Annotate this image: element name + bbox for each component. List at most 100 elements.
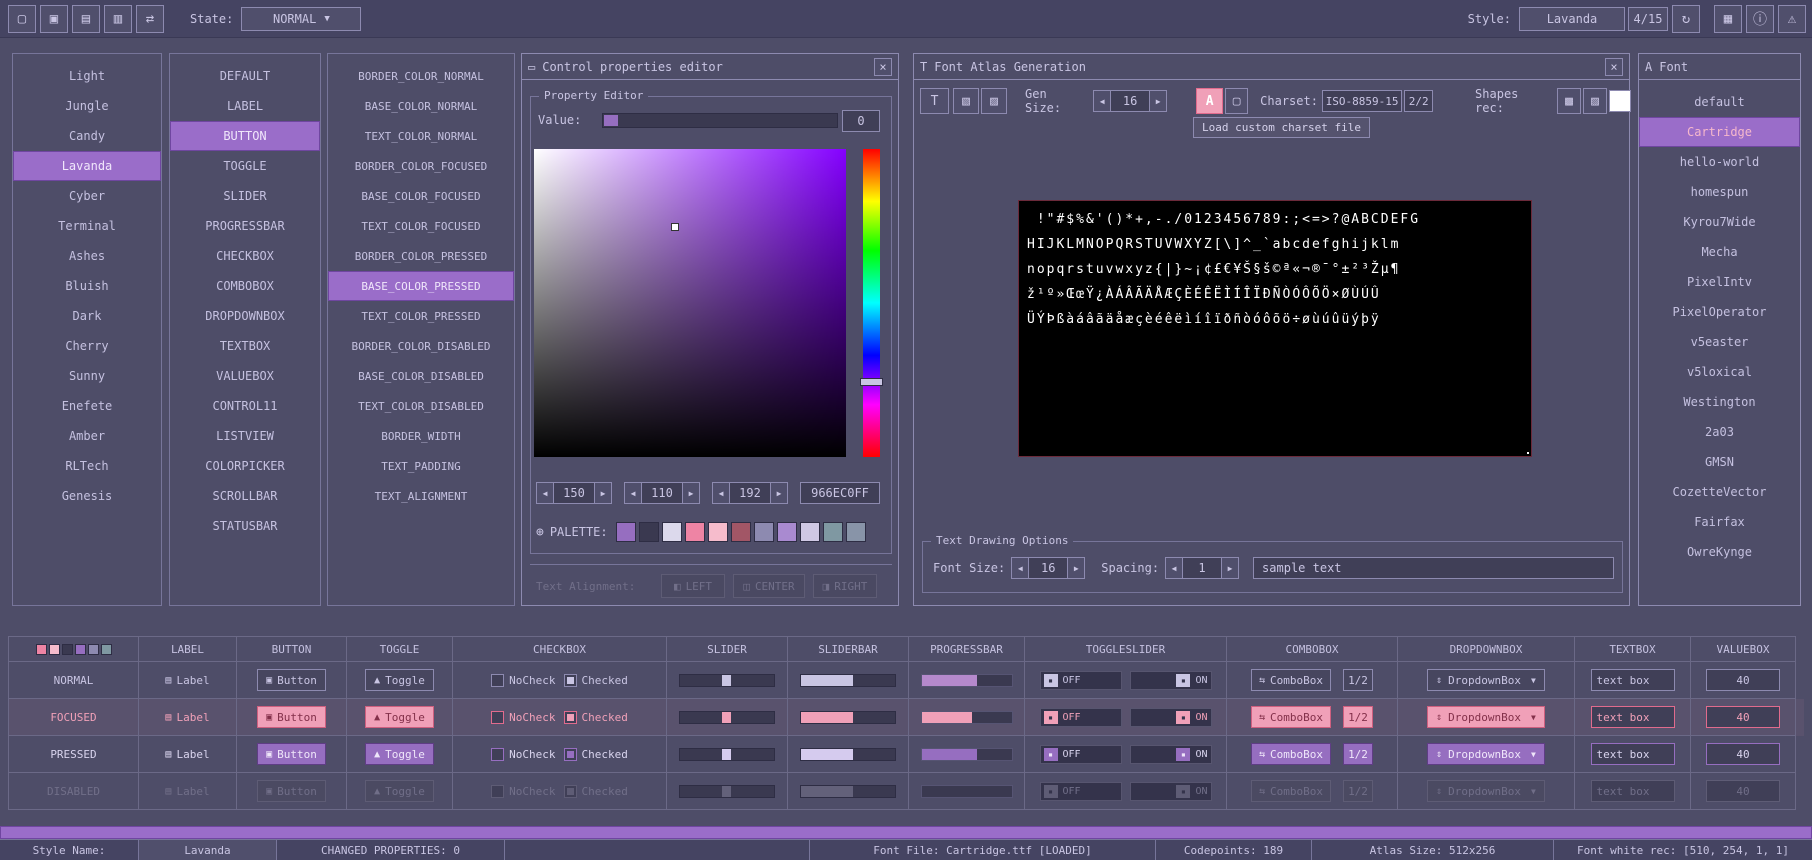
font-list-item[interactable]: Westington — [1639, 387, 1800, 417]
sample-checkbox-unchecked[interactable]: NoCheck — [491, 748, 555, 761]
font-atlas-titlebar[interactable]: T Font Atlas Generation × — [914, 54, 1629, 80]
control-list-item[interactable]: PROGRESSBAR — [170, 211, 320, 241]
spinner-right-button[interactable]: ▶ — [770, 482, 788, 504]
sample-toggleslider-on[interactable]: ▪ ON — [1130, 708, 1212, 727]
spinner-left-button[interactable]: ◀ — [1011, 557, 1029, 579]
font-list-item[interactable]: v5loxical — [1639, 357, 1800, 387]
sample-textbox[interactable]: text box — [1591, 743, 1675, 765]
control-list-item[interactable]: LABEL — [170, 91, 320, 121]
hex-value-box[interactable]: 966EC0FF — [800, 482, 880, 504]
table-scrollbar[interactable] — [0, 826, 1812, 839]
control-list-item[interactable]: DROPDOWNBOX — [170, 301, 320, 331]
shapes-rec-button-1[interactable]: ▩ — [1557, 88, 1581, 114]
state-dropdown[interactable]: NORMAL ▼ — [241, 7, 361, 31]
style-list-item[interactable]: RLTech — [13, 451, 161, 481]
properties-editor-titlebar[interactable]: ▭ Control properties editor × — [522, 54, 898, 80]
property-list-item[interactable]: BASE_COLOR_FOCUSED — [328, 181, 514, 211]
sample-valuebox[interactable]: 40 — [1706, 780, 1780, 802]
control-list-item[interactable]: CHECKBOX — [170, 241, 320, 271]
value-box[interactable]: 0 — [842, 110, 880, 132]
sample-sliderbar[interactable] — [800, 711, 896, 724]
sample-toggleslider-on[interactable]: ▪ ON — [1130, 745, 1212, 764]
sample-combobox[interactable]: ⇆ ComboBox — [1251, 669, 1331, 691]
sample-toggle[interactable]: ▲ Toggle — [365, 780, 434, 802]
sample-combobox[interactable]: ⇆ ComboBox — [1251, 743, 1331, 765]
sample-toggleslider-off[interactable]: ▪ OFF — [1040, 745, 1122, 764]
control-list-item[interactable]: SCROLLBAR — [170, 481, 320, 511]
load-style-button[interactable]: ▣ — [40, 5, 68, 33]
sample-dropdownbox[interactable]: ⇕ DropdownBox ▼ — [1427, 669, 1545, 691]
font-list-item[interactable]: Cartridge — [1639, 117, 1800, 147]
control-list-item[interactable]: CONTROL11 — [170, 391, 320, 421]
spacing-value[interactable]: 1 — [1183, 557, 1221, 579]
style-list-item[interactable]: Jungle — [13, 91, 161, 121]
sample-dropdownbox[interactable]: ⇕ DropdownBox ▼ — [1427, 743, 1545, 765]
align-right-button[interactable]: ◨ RIGHT — [813, 574, 877, 598]
control-list-item[interactable]: STATUSBAR — [170, 511, 320, 541]
close-button[interactable]: × — [874, 58, 892, 76]
save-style-button[interactable]: ▤ — [72, 5, 100, 33]
green-value[interactable]: 110 — [642, 482, 682, 504]
load-charset-button[interactable]: A — [1196, 88, 1223, 114]
atlas-image-button[interactable]: ▧ — [953, 88, 979, 114]
sample-checkbox-checked[interactable]: Checked — [564, 785, 628, 798]
sample-toggleslider-on[interactable]: ▪ ON — [1130, 782, 1212, 801]
property-list-item[interactable]: TEXT_PADDING — [328, 451, 514, 481]
atlas-export-button[interactable]: ▨ — [981, 88, 1007, 114]
sample-valuebox[interactable]: 40 — [1706, 706, 1780, 728]
sample-toggle[interactable]: ▲ Toggle — [365, 743, 434, 765]
red-value[interactable]: 150 — [554, 482, 594, 504]
combobox-counter[interactable]: 1/2 — [1343, 669, 1373, 691]
slider-handle[interactable] — [722, 749, 731, 760]
export-style-button[interactable]: ▥ — [104, 5, 132, 33]
font-atlas-preview[interactable]: !"#$%&'()*+,-./0123456789:;<=>?@ABCDEFGH… — [1018, 200, 1532, 457]
property-list-item[interactable]: BASE_COLOR_DISABLED — [328, 361, 514, 391]
sample-checkbox-checked[interactable]: Checked — [564, 674, 628, 687]
property-list-item[interactable]: BASE_COLOR_PRESSED — [328, 271, 514, 301]
palette-swatch[interactable] — [846, 522, 866, 542]
property-list-item[interactable]: TEXT_COLOR_DISABLED — [328, 391, 514, 421]
font-list-item[interactable]: PixelOperator — [1639, 297, 1800, 327]
spinner-right-button[interactable]: ▶ — [1221, 557, 1239, 579]
info-button[interactable]: ⓘ — [1746, 5, 1774, 33]
close-button[interactable]: × — [1605, 58, 1623, 76]
sample-checkbox-unchecked[interactable]: NoCheck — [491, 785, 555, 798]
property-list-item[interactable]: BORDER_COLOR_NORMAL — [328, 61, 514, 91]
palette-swatch[interactable] — [754, 522, 774, 542]
font-list-item[interactable]: default — [1639, 87, 1800, 117]
property-list-item[interactable]: BORDER_WIDTH — [328, 421, 514, 451]
palette-swatch[interactable] — [708, 522, 728, 542]
control-list-item[interactable]: LISTVIEW — [170, 421, 320, 451]
style-list-item[interactable]: Bluish — [13, 271, 161, 301]
sample-toggle[interactable]: ▲ Toggle — [365, 706, 434, 728]
sample-checkbox-checked[interactable]: Checked — [564, 711, 628, 724]
sample-textbox[interactable]: text box — [1591, 669, 1675, 691]
sample-combobox[interactable]: ⇆ ComboBox — [1251, 706, 1331, 728]
sample-slider[interactable] — [679, 711, 775, 724]
palette-swatch[interactable] — [639, 522, 659, 542]
sample-textbox[interactable]: text box — [1591, 780, 1675, 802]
property-list-item[interactable]: BORDER_COLOR_DISABLED — [328, 331, 514, 361]
style-list-item[interactable]: Candy — [13, 121, 161, 151]
style-name-box[interactable]: Lavanda — [1519, 7, 1625, 31]
property-list-item[interactable]: BASE_COLOR_NORMAL — [328, 91, 514, 121]
sample-toggleslider-off[interactable]: ▪ OFF — [1040, 782, 1122, 801]
font-list-item[interactable]: Kyrou7Wide — [1639, 207, 1800, 237]
control-list-item[interactable]: TEXTBOX — [170, 331, 320, 361]
style-list-item[interactable]: Cyber — [13, 181, 161, 211]
charset-value-box[interactable]: ISO-8859-15 — [1322, 90, 1402, 112]
font-list-item[interactable]: Fairfax — [1639, 507, 1800, 537]
property-list-item[interactable]: TEXT_COLOR_PRESSED — [328, 301, 514, 331]
control-list-item[interactable]: BUTTON — [170, 121, 320, 151]
property-list-item[interactable]: TEXT_ALIGNMENT — [328, 481, 514, 511]
font-list-item[interactable]: PixelIntv — [1639, 267, 1800, 297]
spinner-left-button[interactable]: ◀ — [1093, 90, 1111, 112]
random-style-button[interactable]: ⇄ — [136, 5, 164, 33]
align-center-button[interactable]: ◫ CENTER — [733, 574, 805, 598]
sample-text-input[interactable]: sample text — [1253, 557, 1614, 579]
palette-swatch[interactable] — [731, 522, 751, 542]
spinner-left-button[interactable]: ◀ — [536, 482, 554, 504]
style-list-item[interactable]: Cherry — [13, 331, 161, 361]
sample-slider[interactable] — [679, 674, 775, 687]
sample-slider[interactable] — [679, 785, 775, 798]
